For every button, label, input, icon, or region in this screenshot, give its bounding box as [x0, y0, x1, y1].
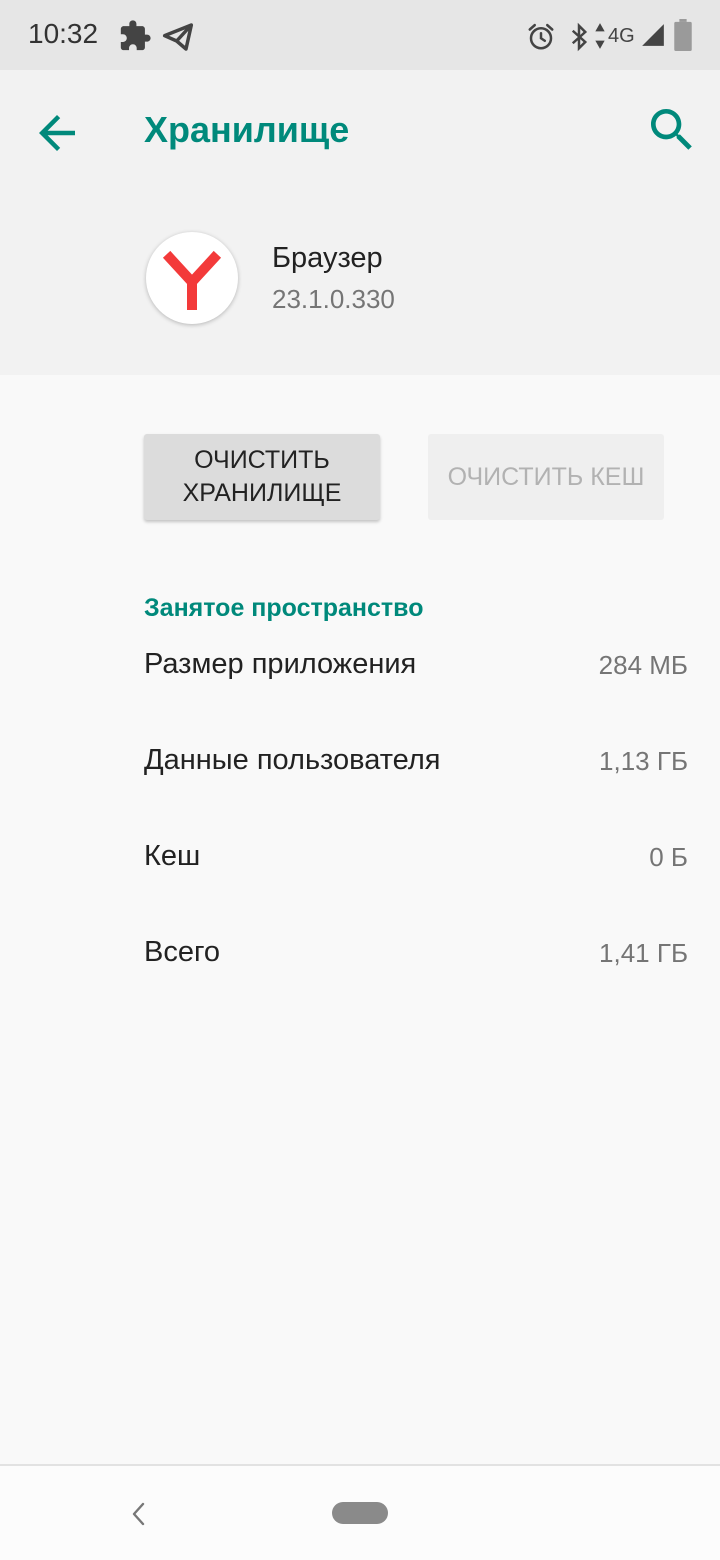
battery-icon — [674, 19, 692, 51]
signal-icon — [642, 24, 664, 46]
status-bar: 10:32 4G — [0, 0, 720, 70]
data-arrows-icon — [595, 23, 605, 49]
yandex-browser-icon — [162, 250, 222, 310]
telegram-icon — [162, 23, 194, 51]
puzzle-icon — [120, 20, 151, 51]
navigation-bar — [0, 1464, 720, 1560]
storage-row-user-data: Данные пользователя 1,13 ГБ — [144, 744, 688, 784]
app-icon — [146, 232, 238, 324]
app-version: 23.1.0.330 — [272, 284, 395, 314]
row-label: Всего — [144, 936, 221, 968]
network-type: 4G — [608, 25, 635, 47]
bluetooth-icon — [571, 22, 588, 52]
row-value: 1,13 ГБ — [599, 746, 688, 776]
search-icon — [651, 109, 692, 150]
page-title: Хранилище — [144, 109, 350, 150]
nav-back-icon[interactable] — [126, 1498, 150, 1530]
clear-cache-button[interactable]: ОЧИСТИТЬ КЕШ — [428, 434, 664, 520]
search-button[interactable] — [644, 102, 700, 158]
row-label: Данные пользователя — [144, 744, 441, 776]
storage-row-app-size: Размер приложения 284 МБ — [144, 648, 688, 688]
status-time: 10:32 — [28, 18, 99, 49]
clear-storage-button[interactable]: ОЧИСТИТЬ ХРАНИЛИЩЕ — [144, 434, 380, 520]
row-label: Размер приложения — [144, 648, 417, 680]
row-label: Кеш — [144, 840, 201, 872]
nav-home-pill[interactable] — [332, 1502, 388, 1524]
storage-row-total: Всего 1,41 ГБ — [144, 936, 688, 976]
back-button[interactable] — [30, 106, 84, 160]
section-title: Занятое пространство — [144, 594, 424, 622]
row-value: 0 Б — [649, 842, 688, 872]
app-name: Браузер — [272, 242, 383, 274]
alarm-icon — [528, 23, 554, 50]
app-header: Хранилище Браузер 23.1.0.330 — [0, 70, 720, 375]
arrow-back-icon — [39, 115, 75, 151]
row-value: 284 МБ — [598, 650, 688, 680]
row-value: 1,41 ГБ — [599, 938, 688, 968]
storage-row-cache: Кеш 0 Б — [144, 840, 688, 880]
